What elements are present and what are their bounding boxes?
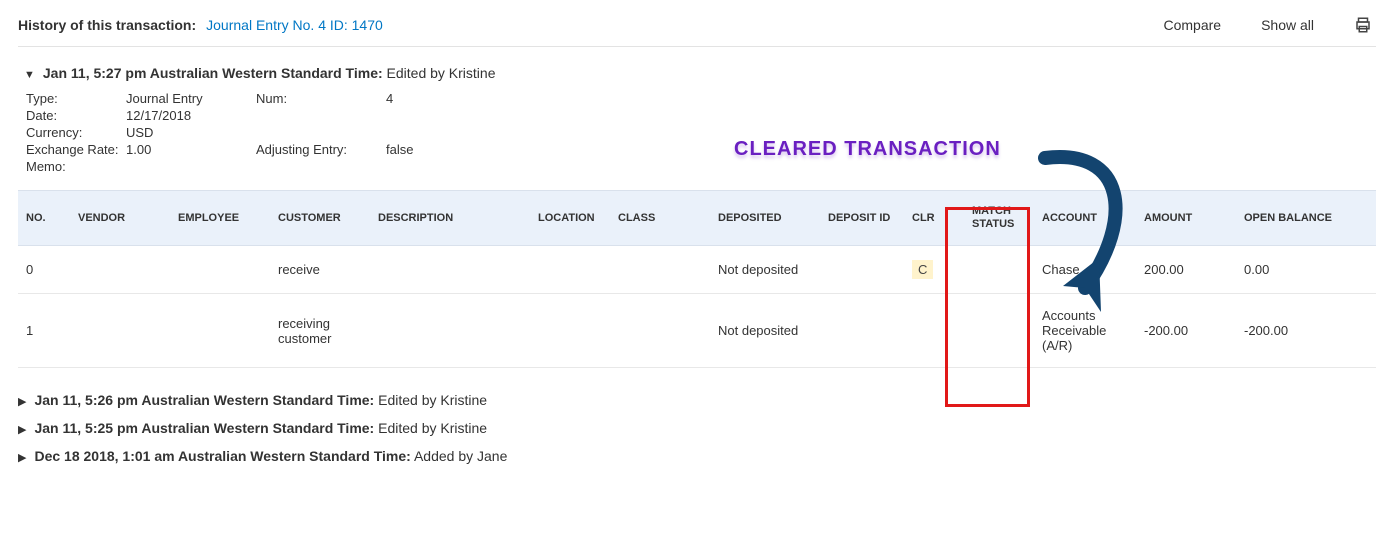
history-entry-collapsed[interactable]: ▶ Jan 11, 5:26 pm Australian Western Sta… [18,388,1376,412]
th-match-status: MATCH STATUS [964,191,1034,246]
th-deposited: DEPOSITED [710,191,820,246]
history-timestamp: Jan 11, 5:27 pm Australian Western Stand… [43,65,383,81]
th-open-balance: OPEN BALANCE [1236,191,1376,246]
meta-date-value: 12/17/2018 [126,108,256,123]
meta-type-label: Type: [26,91,126,106]
meta-date-label: Date: [26,108,126,123]
cell-no: 0 [18,246,70,294]
cell-clr [904,294,964,368]
th-location: LOCATION [530,191,610,246]
caret-down-icon: ▼ [24,69,35,81]
th-clr: CLR [904,191,964,246]
caret-right-icon: ▶ [18,423,26,436]
print-icon[interactable] [1354,16,1372,34]
cell-amount: 200.00 [1136,246,1236,294]
meta-num-value: 4 [386,91,466,106]
journal-lines-table: NO. VENDOR EMPLOYEE CUSTOMER DESCRIPTION… [18,190,1376,368]
history-action: Edited by Kristine [378,420,487,436]
meta-num-label: Num: [256,91,386,106]
caret-right-icon: ▶ [18,395,26,408]
cell-deposited: Not deposited [710,246,820,294]
transaction-meta: Type: Journal Entry Num: 4 Date: 12/17/2… [26,91,1376,174]
history-timestamp: Jan 11, 5:25 pm Australian Western Stand… [34,420,374,436]
show-all-button[interactable]: Show all [1261,17,1314,33]
history-action: Added by Jane [414,448,507,464]
meta-adjusting-label: Adjusting Entry: [256,142,386,157]
cell-customer: receive [270,246,370,294]
th-description: DESCRIPTION [370,191,530,246]
th-account: ACCOUNT [1034,191,1136,246]
cell-open-balance: 0.00 [1236,246,1376,294]
history-action: Edited by Kristine [378,392,487,408]
th-employee: EMPLOYEE [170,191,270,246]
meta-currency-value: USD [126,125,256,140]
th-vendor: VENDOR [70,191,170,246]
th-customer: CUSTOMER [270,191,370,246]
cell-amount: -200.00 [1136,294,1236,368]
cell-customer: receiving customer [270,294,370,368]
history-timestamp: Dec 18 2018, 1:01 am Australian Western … [34,448,410,464]
history-entry-expanded[interactable]: ▼ Jan 11, 5:27 pm Australian Western Sta… [18,65,1376,81]
meta-exchange-label: Exchange Rate: [26,142,126,157]
meta-type-value: Journal Entry [126,91,256,106]
th-class: CLASS [610,191,710,246]
meta-adjusting-value: false [386,142,466,157]
compare-button[interactable]: Compare [1163,17,1221,33]
cell-account: Accounts Receivable (A/R) [1034,294,1136,368]
cell-deposited: Not deposited [710,294,820,368]
meta-exchange-value: 1.00 [126,142,256,157]
table-header-row: NO. VENDOR EMPLOYEE CUSTOMER DESCRIPTION… [18,191,1376,246]
history-action: Edited by Kristine [387,65,496,81]
history-entry-collapsed[interactable]: ▶ Jan 11, 5:25 pm Australian Western Sta… [18,416,1376,440]
page-header: History of this transaction: Journal Ent… [18,12,1376,47]
cell-no: 1 [18,294,70,368]
table-row: 0 receive Not deposited C Chase 200.00 0… [18,246,1376,294]
cell-open-balance: -200.00 [1236,294,1376,368]
th-deposit-id: DEPOSIT ID [820,191,904,246]
th-amount: AMOUNT [1136,191,1236,246]
th-no: NO. [18,191,70,246]
history-timestamp: Jan 11, 5:26 pm Australian Western Stand… [34,392,374,408]
history-entry-collapsed[interactable]: ▶ Dec 18 2018, 1:01 am Australian Wester… [18,444,1376,468]
meta-currency-label: Currency: [26,125,126,140]
caret-right-icon: ▶ [18,451,26,464]
cell-account: Chase [1034,246,1136,294]
meta-memo-label: Memo: [26,159,126,174]
transaction-link[interactable]: Journal Entry No. 4 ID: 1470 [206,17,383,33]
cell-clr: C [912,260,933,279]
table-row: 1 receiving customer Not deposited Accou… [18,294,1376,368]
page-title: History of this transaction: [18,17,196,33]
